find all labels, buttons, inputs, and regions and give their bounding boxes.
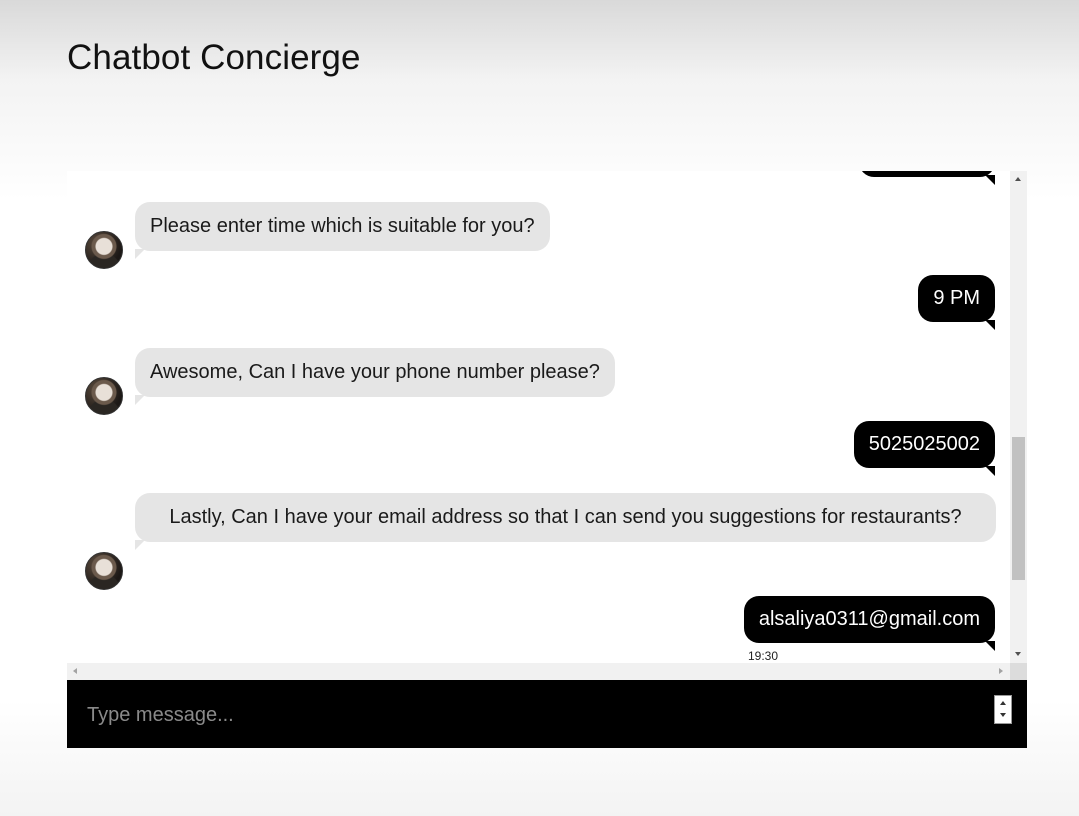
bot-message-bubble: Please enter time which is suitable for … [135,202,550,259]
bot-avatar-icon [85,552,123,590]
scroll-up-arrow-icon[interactable] [1015,177,1021,181]
scroll-right-arrow-icon[interactable] [999,668,1003,674]
user-message-bubble: 5025025002 [853,421,996,476]
message-composer [67,680,1027,748]
scroll-down-arrow-icon[interactable] [1015,652,1021,656]
scrollbar-corner [1010,663,1027,680]
message-input[interactable] [85,694,989,736]
vertical-scrollbar[interactable] [1010,171,1027,663]
message-timestamp: 19:30 [748,649,779,663]
page-title: Chatbot Concierge [67,38,361,77]
input-spinner[interactable] [994,695,1012,724]
spinner-down-icon[interactable] [1000,713,1006,717]
bot-avatar-icon [85,377,123,415]
bot-avatar-icon [85,231,123,269]
chat-messages-area[interactable]: Please enter time which is suitable for … [67,171,1027,663]
scrollbar-thumb[interactable] [1012,437,1025,580]
bot-message-bubble: Awesome, Can I have your phone number pl… [135,348,615,405]
spinner-up-icon[interactable] [1000,701,1006,705]
user-message-bubble-partial [859,171,995,185]
user-message-bubble: 9 PM [918,275,995,330]
user-message-bubble: alsaliya0311@gmail.com [743,596,996,651]
scroll-left-arrow-icon[interactable] [73,668,77,674]
bot-message-bubble: Lastly, Can I have your email address so… [135,493,996,550]
horizontal-scrollbar[interactable] [67,663,1010,680]
